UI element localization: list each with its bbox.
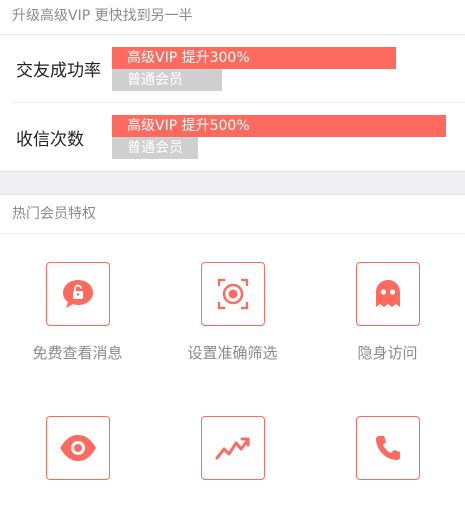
eye-icon — [45, 416, 110, 480]
vip-bar: 高级VIP 提升300% — [112, 47, 396, 69]
normal-member-bar: 普通会员 — [112, 69, 222, 91]
feature-precise-filter[interactable]: 设置准确筛选 — [155, 262, 310, 363]
compare-row-message-count: 收信次数 高级VIP 提升500% 普通会员 — [14, 103, 465, 171]
lock-chat-icon — [45, 262, 110, 326]
feature-label: 隐身访问 — [357, 344, 418, 362]
feature-item[interactable] — [0, 416, 155, 496]
ghost-icon — [355, 262, 420, 326]
target-icon — [200, 262, 265, 326]
upgrade-section: 升级高级VIP 更快找到另一半 交友成功率 高级VIP 提升300% 普通会员 … — [0, 0, 465, 171]
row-label: 收信次数 — [16, 129, 84, 150]
feature-item[interactable] — [155, 416, 310, 496]
compare-row-success-rate: 交友成功率 高级VIP 提升300% 普通会员 — [14, 35, 465, 103]
phone-icon — [355, 416, 420, 480]
row-label: 交友成功率 — [16, 61, 101, 81]
feature-invisible-visit[interactable]: 隐身访问 — [310, 262, 465, 363]
features-header: 热门会员特权 — [0, 195, 465, 234]
feature-free-view-messages[interactable]: 免费查看消息 — [0, 262, 155, 363]
feature-label: 免费查看消息 — [32, 344, 123, 362]
trending-up-icon — [200, 416, 265, 480]
upgrade-header: 升级高级VIP 更快找到另一半 — [0, 0, 465, 35]
feature-item[interactable] — [310, 416, 465, 496]
features-section: 热门会员特权 免费查看消息 设置准确筛选 隐身访问 — [0, 195, 465, 514]
normal-member-bar: 普通会员 — [112, 137, 198, 159]
section-divider — [0, 171, 465, 195]
features-grid: 免费查看消息 设置准确筛选 隐身访问 — [0, 234, 465, 514]
feature-label: 设置准确筛选 — [187, 344, 278, 362]
vip-bar: 高级VIP 提升500% — [112, 115, 446, 137]
